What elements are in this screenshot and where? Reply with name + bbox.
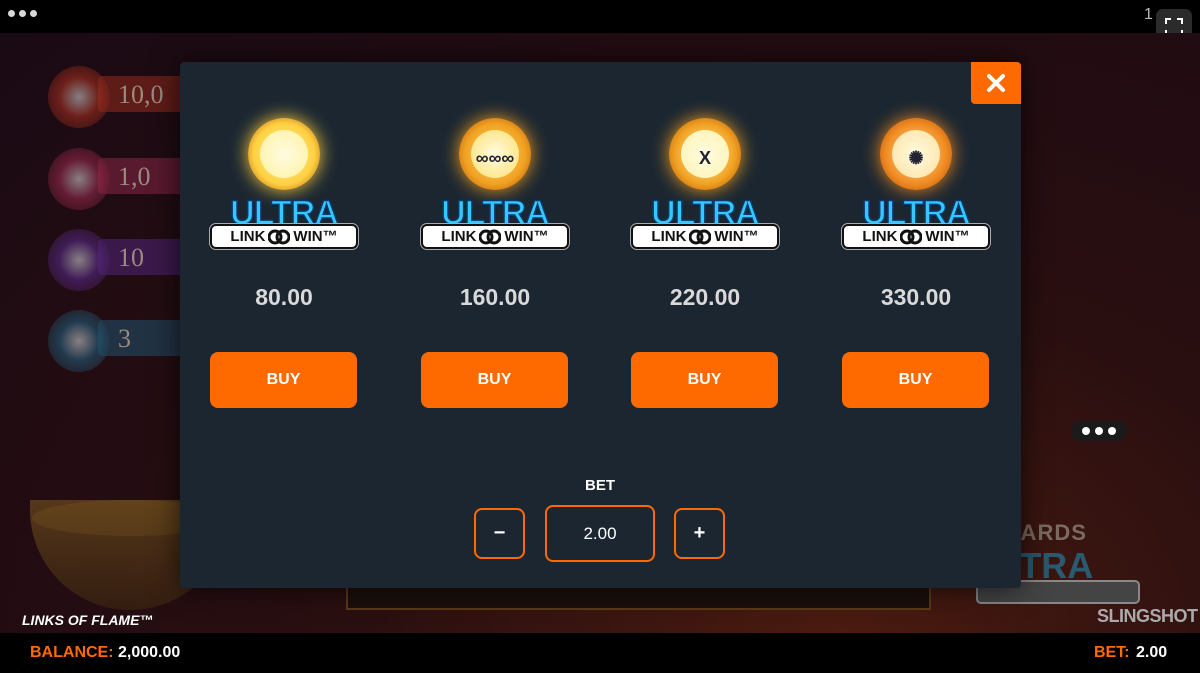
- chain-link-icon: [900, 229, 923, 244]
- feature-card: ∞∞∞ ULTRA LINK WIN™ 160.00 BUY: [420, 118, 570, 418]
- feature-card: ULTRA LINK WIN™ 80.00 BUY: [209, 118, 359, 418]
- jackpot-value: 3: [118, 324, 131, 353]
- orb-glyph: ✺: [908, 148, 924, 168]
- multiplier-x-orb-icon: X: [669, 118, 741, 190]
- bet-value: 2.00: [1136, 644, 1168, 661]
- more-options-button[interactable]: [1071, 421, 1127, 441]
- provider-logo: SLINGSHOT: [1097, 606, 1198, 626]
- bet-selector-label: BET: [585, 477, 615, 494]
- buy-button[interactable]: BUY: [631, 352, 778, 408]
- balance-value: 2,000.00: [118, 644, 181, 661]
- feature-price: 160.00: [459, 284, 531, 310]
- chain-link-icon: [268, 229, 291, 244]
- jackpot-value: 10,0: [118, 80, 164, 109]
- sun-orb-icon: [248, 118, 320, 190]
- flame-orb-icon: [48, 148, 110, 210]
- link-win-logo: LINK WIN™: [421, 224, 569, 249]
- orb-glyph: X: [698, 148, 711, 168]
- close-icon: [987, 74, 1005, 92]
- buy-button[interactable]: BUY: [842, 352, 989, 408]
- jackpot-value: 10: [118, 243, 144, 272]
- orb-glyph: ∞∞∞: [475, 148, 515, 168]
- game-title: LINKS OF FLAME™: [22, 612, 154, 628]
- swirl-orb-icon: ✺: [880, 118, 952, 190]
- orb-core: ∞∞∞: [471, 130, 519, 178]
- feature-card: ✺ ULTRA LINK WIN™ 330.00 BUY: [841, 118, 991, 418]
- win-word: WIN™: [293, 228, 338, 245]
- bet-label: BET:: [1094, 644, 1130, 661]
- chain-link-icon: [479, 229, 502, 244]
- win-word: WIN™: [504, 228, 549, 245]
- chain-link-icon: [689, 229, 712, 244]
- win-word: WIN™: [714, 228, 759, 245]
- link-word: LINK: [862, 228, 898, 245]
- orb-core: X: [681, 130, 729, 178]
- flame-orb-icon: [48, 66, 110, 128]
- triple-link-orb-icon: ∞∞∞: [459, 118, 531, 190]
- link-word: LINK: [651, 228, 687, 245]
- feature-price: 330.00: [880, 284, 952, 310]
- link-word: LINK: [441, 228, 477, 245]
- feature-card: X ULTRA LINK WIN™ 220.00 BUY: [630, 118, 780, 418]
- top-bar: 1: [0, 0, 1200, 33]
- link-win-logo: LINK WIN™: [631, 224, 779, 249]
- buy-button[interactable]: BUY: [421, 352, 568, 408]
- feature-price: 80.00: [255, 284, 313, 310]
- orb-core: [260, 130, 308, 178]
- link-win-logo: LINK WIN™: [210, 224, 358, 249]
- orb-core: ✺: [892, 130, 940, 178]
- bottom-bar: BALANCE: 2,000.00 BET: 2.00: [0, 633, 1200, 673]
- close-button[interactable]: [971, 62, 1021, 104]
- link-win-logo: LINK WIN™: [842, 224, 990, 249]
- win-word: WIN™: [925, 228, 970, 245]
- decrease-bet-button[interactable]: −: [474, 508, 525, 559]
- flame-orb-icon: [48, 229, 110, 291]
- balance-label: BALANCE:: [30, 644, 114, 661]
- feature-price: 220.00: [669, 284, 741, 310]
- buy-button[interactable]: BUY: [210, 352, 357, 408]
- link-word: LINK: [230, 228, 266, 245]
- increase-bet-button[interactable]: +: [674, 508, 725, 559]
- flame-orb-icon: [48, 310, 110, 372]
- bet-amount-field[interactable]: 2.00: [545, 505, 655, 562]
- jackpot-value: 1,0: [118, 162, 151, 191]
- menu-dots-icon[interactable]: [8, 10, 37, 17]
